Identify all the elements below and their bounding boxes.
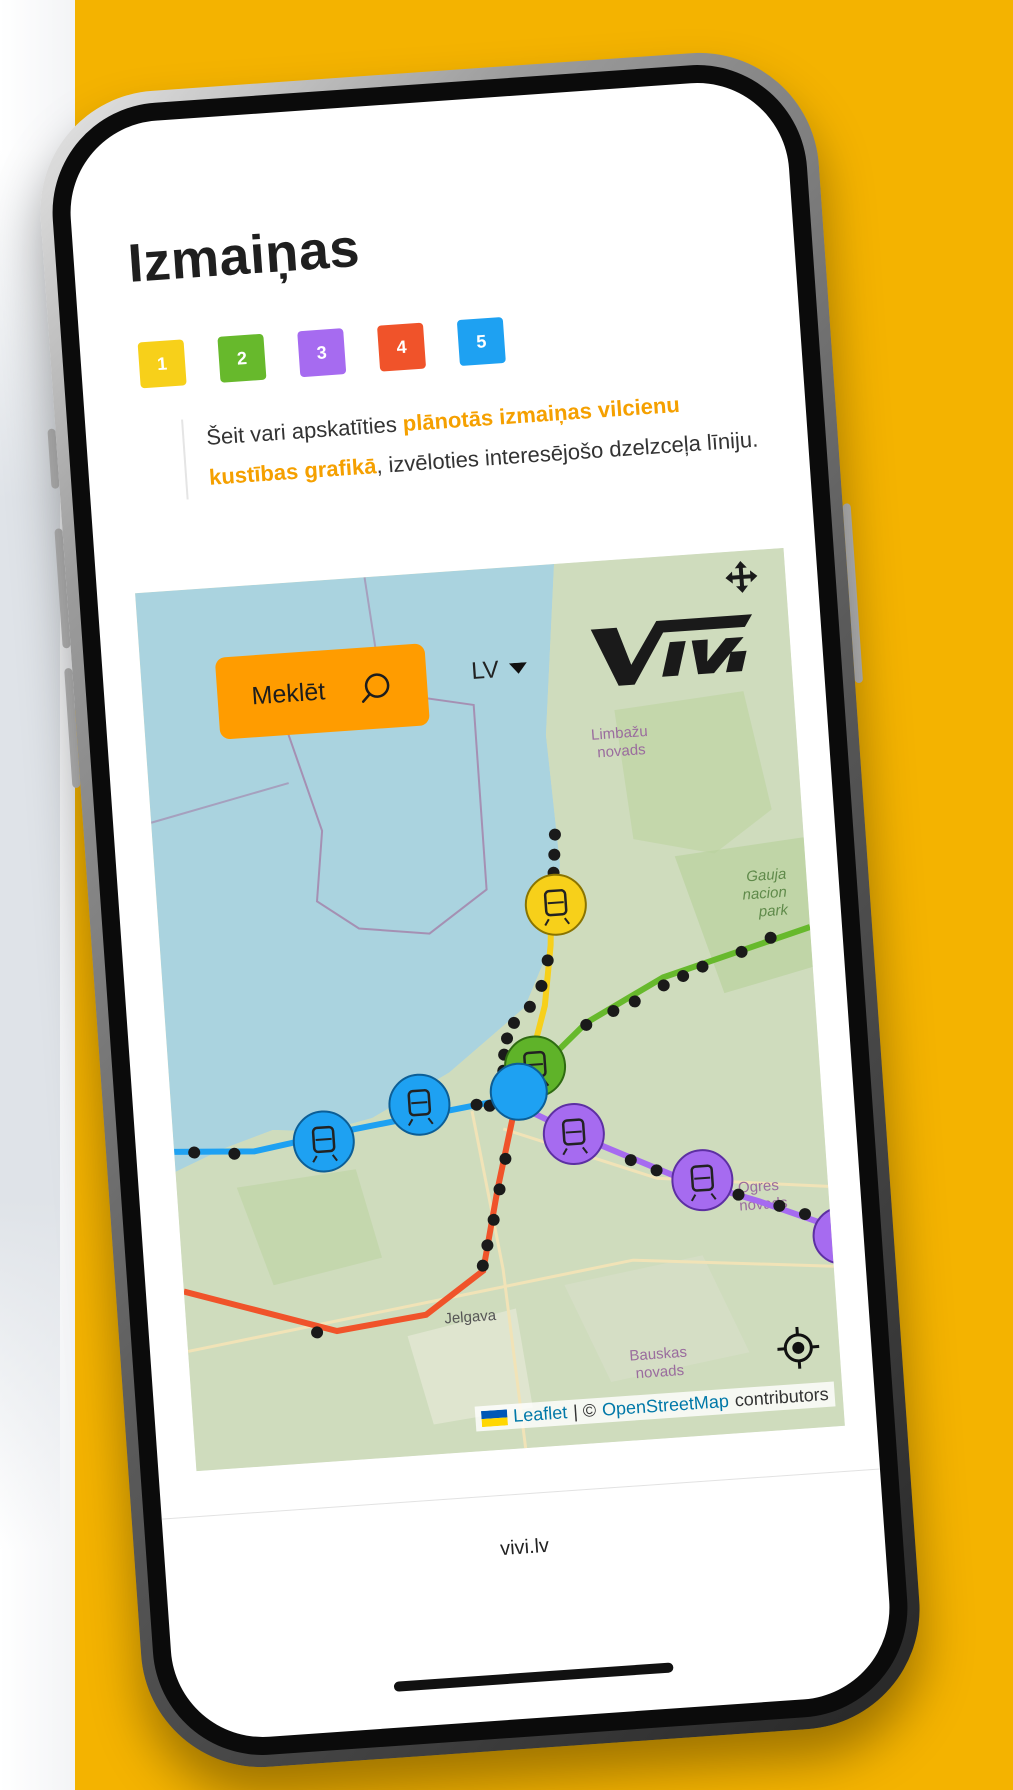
svg-text:novads: novads [597,741,646,761]
map-view[interactable]: Limbažu novads Gauja nacion park Ogres n… [135,547,845,1472]
description-prefix: Šeit vari apskatīties [205,411,404,450]
search-label: Meklēt [250,676,327,710]
move-icon[interactable] [722,558,760,596]
phone-screen: Izmaiņas 1 2 3 4 5 Šeit vari apskatīties… [64,76,896,1744]
attribution-suffix: contributors [734,1383,830,1411]
language-selector[interactable]: LV [470,654,527,686]
tab-line-1[interactable]: 1 [137,339,187,389]
svg-text:Gauja: Gauja [746,866,787,886]
search-icon [361,673,390,703]
svg-text:nacion: nacion [742,884,787,904]
description-suffix: , izvēloties interesējošo dzelzceļa līni… [375,426,759,479]
description-text: Šeit vari apskatīties plānotās izmaiņas … [181,378,770,500]
footer-divider [161,1468,881,1520]
vivi-logo [590,614,753,686]
footer-domain: vivi.lv [499,1534,550,1561]
tab-line-5[interactable]: 5 [456,316,506,367]
dropdown-arrow-icon [508,662,527,674]
tab-line-3[interactable]: 3 [297,328,347,378]
tab-line-2[interactable]: 2 [217,333,267,383]
locate-icon[interactable] [776,1325,821,1370]
svg-text:park: park [757,901,790,920]
language-label: LV [470,656,500,685]
attribution-separator: | © [572,1400,597,1422]
leaflet-link[interactable]: Leaflet [513,1402,568,1427]
search-button[interactable]: Meklēt [214,643,430,740]
ukraine-flag-icon [480,1408,508,1427]
line-tabs: 1 2 3 4 5 [137,316,506,389]
tab-line-4[interactable]: 4 [376,322,427,372]
home-indicator[interactable] [393,1662,674,1692]
phone-mockup: Izmaiņas 1 2 3 4 5 Šeit vari apskatīties… [32,44,928,1776]
svg-text:novads: novads [635,1362,684,1382]
svg-text:Jelgava: Jelgava [444,1307,497,1328]
page-title: Izmaiņas [125,217,362,294]
